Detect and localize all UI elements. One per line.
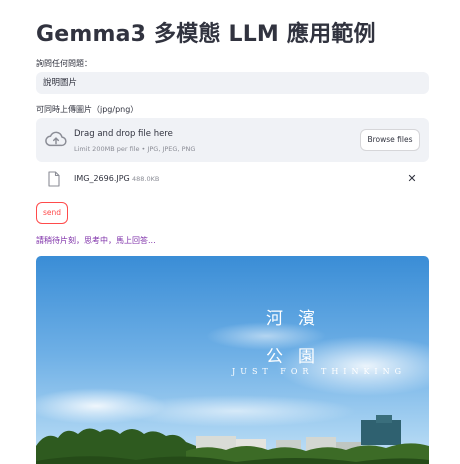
dropzone-title: Drag and drop file here (74, 129, 173, 139)
browse-files-button[interactable]: Browse files (360, 129, 420, 151)
status-message: 請稍待片刻，思考中，馬上回答... (36, 236, 156, 245)
question-input[interactable]: 說明圖片 (36, 72, 429, 94)
watermark-char-gong: 公 (266, 347, 283, 367)
file-dropzone[interactable]: Drag and drop file here Limit 200MB per … (36, 118, 429, 162)
watermark-char-yuan: 園 (298, 347, 315, 367)
uploaded-file-row: IMG_2696.JPG 488.0KB ✕ (36, 168, 429, 192)
send-button[interactable]: send (36, 202, 68, 224)
file-size: 488.0KB (132, 175, 160, 183)
file-icon (48, 171, 60, 187)
park-photo (36, 256, 429, 464)
page-title: Gemma3 多模態 LLM 應用範例 (36, 22, 376, 47)
watermark-char-he: 河 (266, 309, 283, 329)
dropzone-limit: Limit 200MB per file • JPG, JPEG, PNG (74, 145, 196, 153)
file-name: IMG_2696.JPG (74, 174, 130, 183)
cloud-upload-icon (45, 131, 67, 147)
uploader-label: 可同時上傳圖片（jpg/png） (36, 105, 139, 114)
question-label: 詢問任何問題： (36, 59, 92, 68)
uploaded-image-preview: 河 濱 公 園 JUST FOR THINKING (36, 256, 429, 464)
close-icon[interactable]: ✕ (405, 172, 419, 186)
watermark-subtitle: JUST FOR THINKING (232, 367, 406, 376)
watermark-char-bin: 濱 (298, 309, 315, 329)
